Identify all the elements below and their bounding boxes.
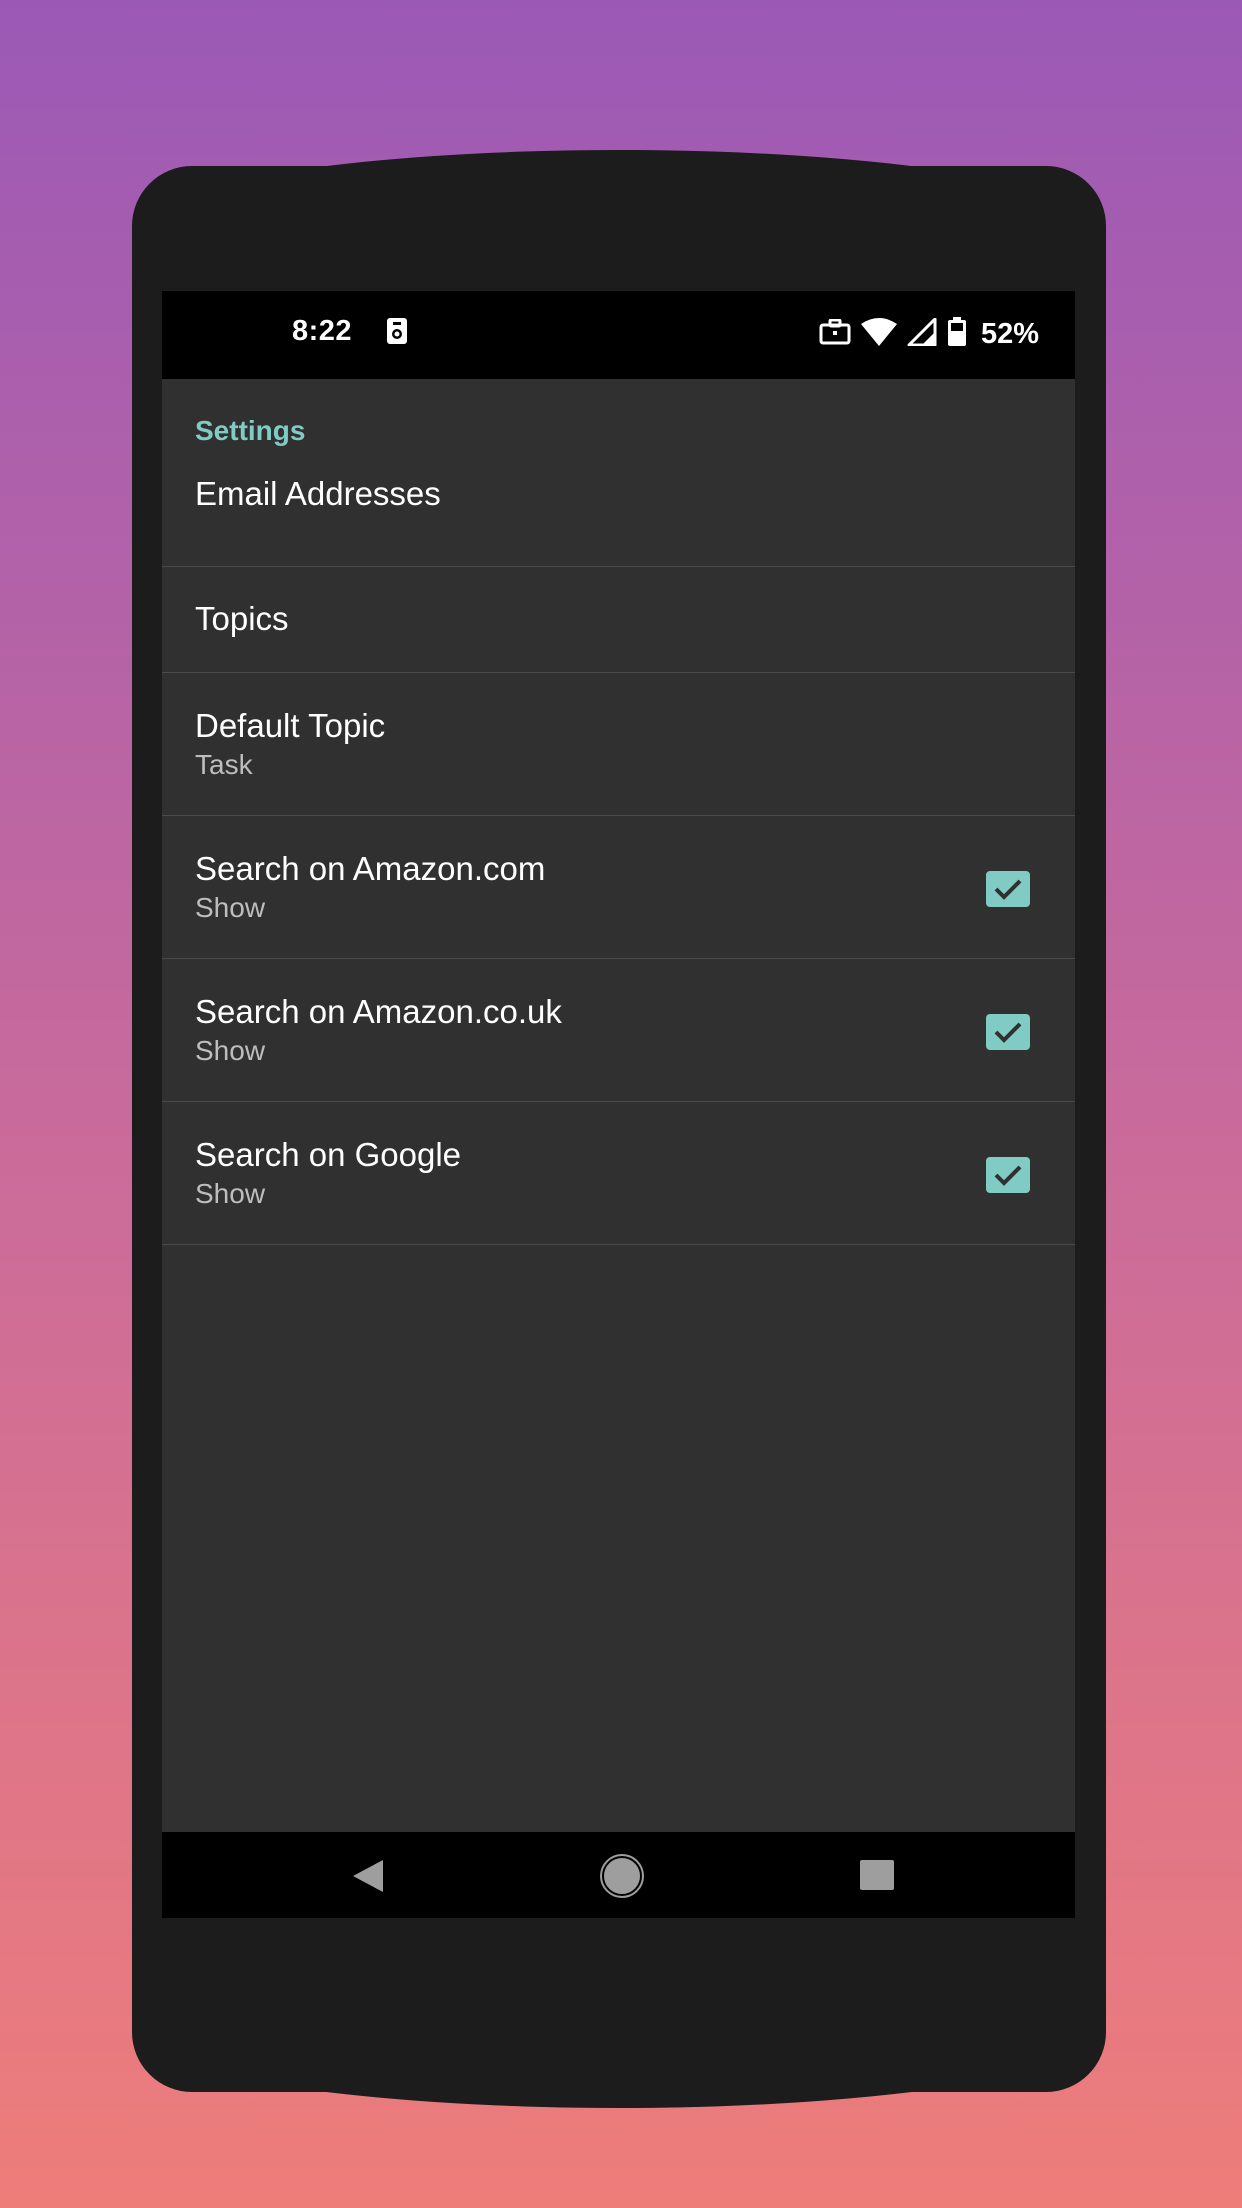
home-icon[interactable] xyxy=(598,1852,646,1900)
pref-summary: Show xyxy=(195,892,266,923)
pref-title: Topics xyxy=(195,600,289,637)
checkbox-amazon-co-uk[interactable] xyxy=(986,1014,1030,1050)
recents-icon[interactable] xyxy=(852,1852,900,1900)
pref-title: Email Addresses xyxy=(195,475,441,512)
battery-icon xyxy=(947,316,967,352)
status-icons: 52% xyxy=(819,313,1039,355)
pref-email-addresses[interactable]: Email Addresses xyxy=(162,449,1075,567)
checkbox-google[interactable] xyxy=(986,1157,1030,1193)
wifi-icon xyxy=(860,317,897,351)
pref-topics[interactable]: Topics xyxy=(162,567,1075,673)
battery-percentage: 52% xyxy=(980,317,1039,350)
back-icon[interactable] xyxy=(345,1852,393,1900)
pref-title: Search on Amazon.co.uk xyxy=(195,993,562,1030)
pref-title: Search on Google xyxy=(195,1136,462,1173)
pref-summary: Show xyxy=(195,1178,266,1209)
pref-title: Default Topic xyxy=(195,707,386,744)
pref-default-topic[interactable]: Default Topic Task xyxy=(162,673,1075,816)
pref-search-amazon-com[interactable]: Search on Amazon.com Show xyxy=(162,816,1075,959)
pref-search-google[interactable]: Search on Google Show xyxy=(162,1102,1075,1245)
settings-section-header: Settings xyxy=(195,415,306,446)
status-bar: 8:22 52% xyxy=(162,291,1075,379)
status-time: 8:22 xyxy=(292,315,353,347)
pref-summary: Show xyxy=(195,1035,266,1066)
pref-search-amazon-co-uk[interactable]: Search on Amazon.co.uk Show xyxy=(162,959,1075,1102)
camera-icon xyxy=(386,317,408,345)
briefcase-icon xyxy=(819,318,851,350)
navigation-bar xyxy=(162,1832,1075,1918)
phone-screen: 8:22 52% Settings Email Addresses Topics… xyxy=(162,291,1075,1918)
pref-title: Search on Amazon.com xyxy=(195,850,546,887)
pref-summary: Task xyxy=(195,749,253,780)
signal-icon xyxy=(907,317,937,351)
checkbox-amazon-com[interactable] xyxy=(986,871,1030,907)
